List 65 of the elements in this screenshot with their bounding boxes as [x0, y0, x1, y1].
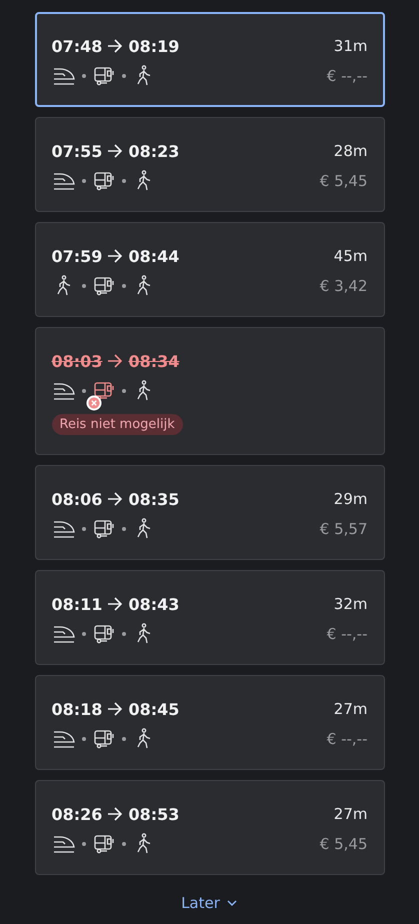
arrow-right-icon — [106, 490, 124, 508]
arrival-time: 08:23 — [128, 142, 180, 160]
separator-dot — [82, 284, 86, 288]
arrow-right-icon — [106, 700, 124, 718]
arrow-right-icon — [106, 595, 124, 613]
trip-price: € --,-- — [326, 67, 368, 85]
departure-time: 08:06 — [52, 490, 102, 508]
trip-price: € --,-- — [326, 625, 368, 643]
arrow-right-icon — [106, 247, 124, 265]
arrival-time: 08:34 — [128, 352, 180, 370]
separator-dot — [122, 74, 126, 78]
trip-card[interactable]: 07:48 08:19 31m € --,-- — [34, 12, 384, 107]
arrival-time: 08:35 — [128, 490, 180, 508]
separator-dot — [82, 74, 86, 78]
separator-dot — [122, 179, 126, 183]
departure-time: 08:18 — [52, 700, 102, 718]
trip-card[interactable]: 08:18 08:45 27m € --,-- — [34, 675, 384, 770]
trip-price: € 5,45 — [320, 172, 368, 190]
separator-dot — [122, 527, 126, 531]
trip-duration: 28m — [334, 142, 368, 160]
arrow-right-icon — [106, 37, 124, 55]
arrow-right-icon — [106, 142, 124, 160]
trip-card[interactable]: 07:59 08:44 45m € 3,42 — [34, 222, 384, 317]
departure-time: 08:11 — [52, 594, 102, 614]
arrow-right-icon — [106, 805, 124, 823]
separator-dot — [82, 632, 86, 636]
arrival-time: 08:53 — [128, 804, 180, 824]
trip-card[interactable]: 07:55 08:23 28m € 5,45 — [34, 117, 384, 212]
trip-card[interactable]: 08:06 08:35 29m € 5,57 — [34, 465, 384, 560]
separator-dot — [122, 842, 126, 846]
trip-price: € 5,57 — [320, 520, 368, 538]
arrival-time: 08:44 — [128, 246, 180, 266]
later-button[interactable]: Later — [175, 893, 244, 913]
trip-duration: 29m — [334, 490, 368, 508]
separator-dot — [122, 389, 126, 393]
departure-time: 07:55 — [52, 142, 102, 160]
trip-duration: 31m — [334, 37, 368, 55]
separator-dot — [82, 737, 86, 741]
departure-time: 07:59 — [52, 246, 102, 266]
error-icon — [86, 395, 102, 411]
trip-duration: 45m — [334, 247, 368, 265]
separator-dot — [82, 527, 86, 531]
trip-duration: 27m — [334, 700, 368, 718]
arrival-time: 08:43 — [128, 594, 180, 614]
trip-card[interactable]: 08:11 08:43 32m € --,-- — [34, 570, 384, 665]
departure-time: 08:03 — [52, 352, 102, 370]
trip-duration: 32m — [334, 595, 368, 613]
arrival-time: 08:45 — [128, 700, 180, 718]
separator-dot — [122, 737, 126, 741]
separator-dot — [122, 284, 126, 288]
trip-card[interactable]: 08:03 08:34 Reis niet mogelijk — [34, 327, 384, 455]
departure-time: 07:48 — [52, 36, 102, 56]
separator-dot — [82, 389, 86, 393]
trip-price: € 5,45 — [320, 835, 368, 853]
separator-dot — [82, 179, 86, 183]
arrow-right-icon — [106, 352, 124, 370]
trip-price: € --,-- — [326, 730, 368, 748]
separator-dot — [122, 632, 126, 636]
arrival-time: 08:19 — [128, 36, 180, 56]
departure-time: 08:26 — [52, 804, 102, 824]
trip-card[interactable]: 08:26 08:53 27m € 5,45 — [34, 780, 384, 875]
trip-price: € 3,42 — [320, 277, 368, 295]
trip-duration: 27m — [334, 805, 368, 823]
status-tag: Reis niet mogelijk — [52, 414, 183, 435]
separator-dot — [82, 842, 86, 846]
